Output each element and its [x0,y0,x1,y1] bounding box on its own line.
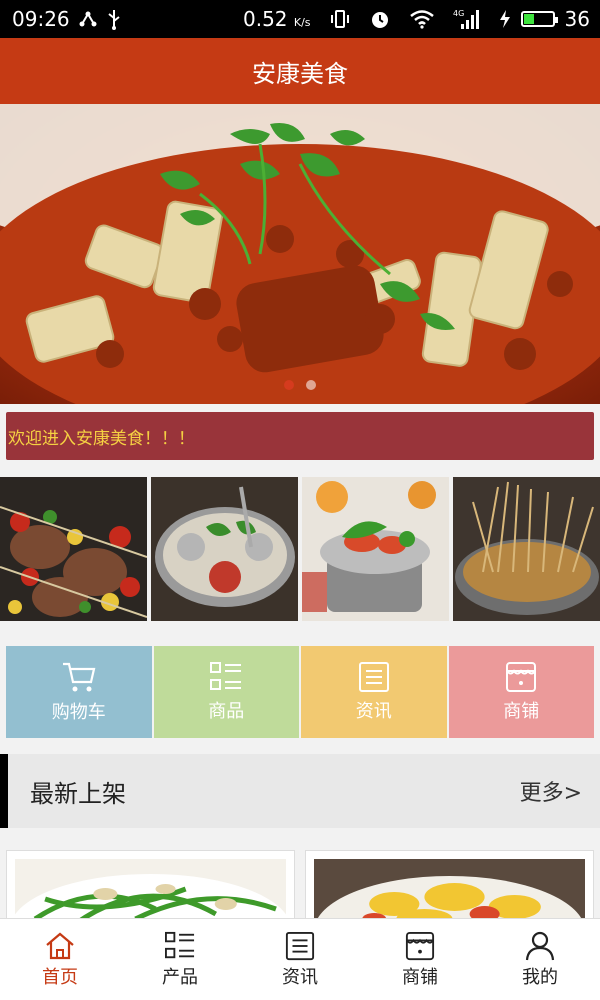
category-products[interactable]: 商品 [153,646,299,738]
app-header: 安康美食 [0,38,600,104]
product-card[interactable] [6,850,295,920]
category-news[interactable]: 资讯 [301,646,447,738]
bottom-nav: 首页 产品 资讯 商铺 我的 [0,918,600,1000]
nav-label: 资讯 [282,966,318,988]
product-image [314,859,585,919]
user-icon [525,931,555,960]
usb-icon [106,8,122,30]
category-stores[interactable]: 商铺 [448,646,594,738]
network-speed: 0.52 K/s [243,7,311,31]
vibrate-icon [329,9,351,29]
battery-icon [520,11,558,27]
category-label: 购物车 [51,702,106,723]
news-icon [358,662,389,692]
share-icon [78,9,98,29]
nav-label: 我的 [522,966,558,988]
store-icon [506,662,537,692]
news-icon [285,931,315,960]
category-label: 商铺 [503,701,540,722]
nav-home[interactable]: 首页 [0,919,120,1000]
section-title: 最新上架 [30,779,126,808]
nav-mine[interactable]: 我的 [480,919,600,1000]
category-label: 商品 [208,701,245,722]
product-card[interactable] [305,850,594,920]
store-icon [405,931,435,960]
photo-skewers[interactable] [0,477,147,621]
charging-icon [499,9,511,29]
alarm-icon [369,8,391,30]
product-image [15,859,286,919]
svg-text:4G: 4G [453,9,464,18]
photo-skewer-pot[interactable] [453,477,600,621]
product-grid [6,850,594,920]
wifi-icon [409,9,435,29]
page-title: 安康美食 [252,59,348,88]
grid-list-icon [210,662,242,690]
welcome-marquee: 欢迎进入安康美食！！！ [6,412,594,460]
home-icon [46,932,74,959]
more-link[interactable]: 更多> [520,775,582,807]
photo-mini-hotpot[interactable] [302,477,449,621]
nav-label: 首页 [42,966,78,988]
nav-stores[interactable]: 商铺 [360,919,480,1000]
nav-label: 商铺 [402,966,438,988]
carousel-dot[interactable] [306,380,316,390]
nav-products[interactable]: 产品 [120,919,240,1000]
battery-level: 36 [564,7,590,31]
carousel-dot[interactable] [284,380,294,390]
banner-carousel[interactable] [0,104,600,404]
status-time: 09:26 [12,7,70,31]
photo-strip [0,477,600,621]
shopping-cart-icon [62,662,96,692]
section-header-new-arrivals: 最新上架 更多> [0,754,600,828]
carousel-indicators [0,380,600,390]
banner-image [0,104,600,404]
nav-label: 产品 [162,966,198,988]
signal-icon: 4G [453,8,481,30]
category-label: 资讯 [355,701,392,722]
section-accent-bar [0,754,8,828]
marquee-text: 欢迎进入安康美食！！！ [8,428,195,449]
category-tiles: 购物车 商品 资讯 商铺 [6,646,594,738]
grid-list-icon [165,931,195,958]
status-bar: 09:26 0.52 K/s 4G 36 [0,0,600,38]
nav-news[interactable]: 资讯 [240,919,360,1000]
photo-hotpot-pot[interactable] [151,477,298,621]
category-cart[interactable]: 购物车 [6,646,152,738]
